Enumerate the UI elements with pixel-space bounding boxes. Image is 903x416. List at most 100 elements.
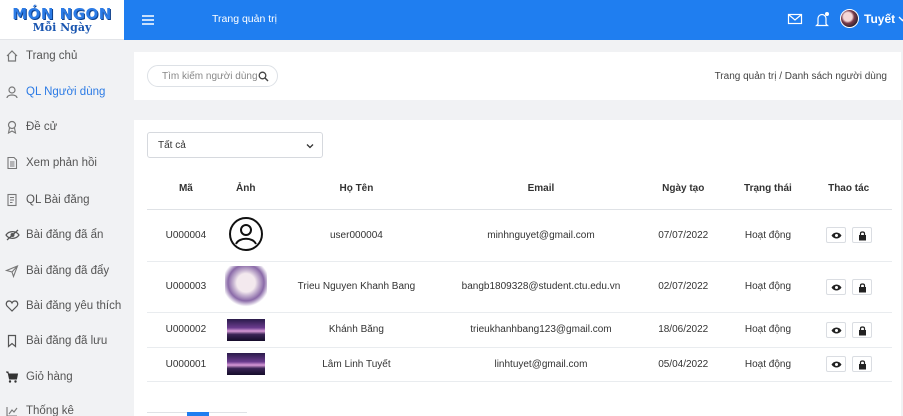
heart-icon bbox=[4, 298, 20, 314]
lock-button[interactable] bbox=[851, 321, 872, 338]
sidebar-item-label: Xem phản hồi bbox=[26, 157, 97, 169]
sidebar: MÓN NGON Mỗi Ngày Trang chủ QL Người dùn… bbox=[0, 0, 124, 416]
sidebar-item-label: Bài đăng đã đẩy bbox=[26, 265, 110, 277]
view-button[interactable] bbox=[825, 278, 846, 295]
lock-button[interactable] bbox=[851, 278, 872, 295]
brand-line1: MÓN NGON bbox=[12, 4, 112, 23]
user-email: minhnguyet@gmail.com bbox=[446, 209, 636, 262]
table-row: U000003 Trieu Nguyen Khanh Bang bangb180… bbox=[147, 261, 892, 313]
sidebar-item-hidden-posts[interactable]: Bài đăng đã ẩn bbox=[0, 224, 124, 246]
user-name: user000004 bbox=[266, 209, 447, 262]
eye-icon bbox=[831, 361, 842, 368]
chevron-down-icon bbox=[306, 142, 314, 150]
user-avatar-image bbox=[224, 265, 267, 308]
table-header-row: Mã Ảnh Họ Tên Email Ngày tạo Trạng thái … bbox=[147, 169, 892, 210]
column-header: Thao tác bbox=[805, 169, 892, 210]
breadcrumb: Trang quản trị / Danh sách người dùng bbox=[714, 71, 887, 82]
eye-icon bbox=[831, 327, 842, 333]
sidebar-item-label: Bài đăng đã ẩn bbox=[26, 229, 104, 241]
column-header[interactable]: Email bbox=[446, 169, 636, 210]
badge-icon bbox=[4, 119, 20, 135]
user-status: Hoạt động bbox=[730, 209, 806, 262]
lock-icon bbox=[858, 282, 866, 292]
user-status: Hoạt động bbox=[730, 312, 806, 348]
user-created: 18/06/2022 bbox=[635, 312, 731, 348]
table-row: U000001 Lâm Linh Tuyết linhtuyet@gmail.c… bbox=[147, 347, 892, 382]
default-user-icon bbox=[228, 216, 264, 255]
eye-icon bbox=[831, 284, 842, 290]
header-title: Trang quản trị bbox=[212, 13, 277, 25]
user-status: Hoạt động bbox=[730, 261, 806, 313]
sidebar-item-saved-posts[interactable]: Bài đăng đã lưu bbox=[0, 330, 124, 352]
user-email: linhtuyet@gmail.com bbox=[446, 347, 636, 382]
lock-button[interactable] bbox=[851, 227, 872, 243]
document-icon bbox=[4, 155, 20, 171]
avatar bbox=[840, 9, 859, 28]
column-header[interactable]: Mã bbox=[147, 169, 225, 210]
user-name: Tuyết bbox=[864, 11, 896, 26]
status-filter-select[interactable]: Tất cả bbox=[147, 132, 323, 158]
user-list-panel: Tất cả Mã Ảnh Họ Tên Email Ngày tạo Trạn… bbox=[134, 120, 901, 416]
sidebar-item-feedback[interactable]: Xem phản hồi bbox=[0, 152, 124, 174]
chevron-down-icon bbox=[898, 14, 903, 23]
lock-button[interactable] bbox=[851, 356, 872, 372]
filter-selected-value: Tất cả bbox=[158, 139, 186, 151]
chart-icon bbox=[4, 403, 20, 416]
user-id: U000001 bbox=[147, 347, 225, 382]
search-panel: Trang quản trị / Danh sách người dùng bbox=[134, 52, 901, 100]
paper-plane-icon bbox=[4, 263, 20, 279]
view-button[interactable] bbox=[825, 321, 846, 338]
post-icon bbox=[4, 192, 20, 208]
brand-line2: Mỗi Ngày bbox=[32, 20, 92, 34]
user-icon bbox=[4, 84, 20, 100]
search-icon[interactable] bbox=[258, 71, 269, 82]
sidebar-item-label: Giỏ hàng bbox=[26, 371, 73, 383]
table-row: U000002 Khánh Băng trieukhanhbang123@gma… bbox=[147, 312, 892, 348]
user-id: U000003 bbox=[147, 261, 225, 313]
column-header[interactable]: Ngày tạo bbox=[635, 169, 731, 210]
user-email: bangb1809328@student.ctu.edu.vn bbox=[446, 261, 636, 313]
brand-logo[interactable]: MÓN NGON Mỗi Ngày bbox=[0, 0, 124, 40]
sidebar-item-label: Bài đăng yêu thích bbox=[26, 300, 122, 312]
sidebar-item-cart[interactable]: Giỏ hàng bbox=[0, 366, 124, 388]
sidebar-item-label: Bài đăng đã lưu bbox=[26, 335, 108, 347]
user-created: 05/04/2022 bbox=[635, 347, 731, 382]
sidebar-item-users[interactable]: QL Người dùng bbox=[0, 81, 124, 103]
user-avatar-image bbox=[226, 353, 265, 375]
user-name: Lâm Linh Tuyết bbox=[266, 347, 447, 382]
column-header[interactable]: Ảnh bbox=[224, 169, 267, 210]
column-header[interactable]: Họ Tên bbox=[266, 169, 447, 210]
sidebar-item-nominate[interactable]: Đề cử bbox=[0, 116, 124, 138]
bell-icon[interactable] bbox=[813, 11, 831, 29]
sidebar-item-statistics[interactable]: Thống kê bbox=[0, 400, 124, 416]
table-row: U000004 user000004 minhnguyet@gmail.com … bbox=[147, 209, 892, 262]
home-icon bbox=[4, 48, 20, 64]
user-avatar-image bbox=[226, 318, 265, 341]
sidebar-item-favorite-posts[interactable]: Bài đăng yêu thích bbox=[0, 295, 124, 317]
pagination-active-page[interactable] bbox=[187, 412, 209, 416]
bookmark-icon bbox=[4, 333, 20, 349]
eye-icon bbox=[831, 232, 842, 239]
user-created: 07/07/2022 bbox=[635, 209, 731, 262]
mail-icon[interactable] bbox=[787, 11, 805, 29]
user-id: U000004 bbox=[147, 209, 225, 262]
users-table: Mã Ảnh Họ Tên Email Ngày tạo Trạng thái … bbox=[147, 169, 892, 382]
user-name: Trieu Nguyen Khanh Bang bbox=[266, 261, 447, 313]
sidebar-item-label: Trang chủ bbox=[26, 50, 78, 62]
search-input[interactable] bbox=[162, 70, 258, 82]
sidebar-item-pushed-posts[interactable]: Bài đăng đã đẩy bbox=[0, 260, 124, 282]
view-button[interactable] bbox=[825, 227, 846, 243]
view-button[interactable] bbox=[825, 356, 846, 372]
sidebar-item-label: QL Bài đăng bbox=[26, 194, 90, 206]
search-box bbox=[147, 65, 278, 87]
hamburger-menu-icon[interactable] bbox=[141, 13, 155, 27]
column-header[interactable]: Trạng thái bbox=[730, 169, 806, 210]
pagination bbox=[147, 412, 247, 416]
user-menu[interactable]: Tuyết bbox=[840, 9, 903, 28]
sidebar-item-label: QL Người dùng bbox=[26, 86, 106, 98]
sidebar-item-posts[interactable]: QL Bài đăng bbox=[0, 189, 124, 211]
cart-icon bbox=[4, 369, 20, 385]
sidebar-item-home[interactable]: Trang chủ bbox=[0, 45, 124, 67]
user-email: trieukhanhbang123@gmail.com bbox=[446, 312, 636, 348]
sidebar-item-label: Thống kê bbox=[26, 405, 74, 416]
